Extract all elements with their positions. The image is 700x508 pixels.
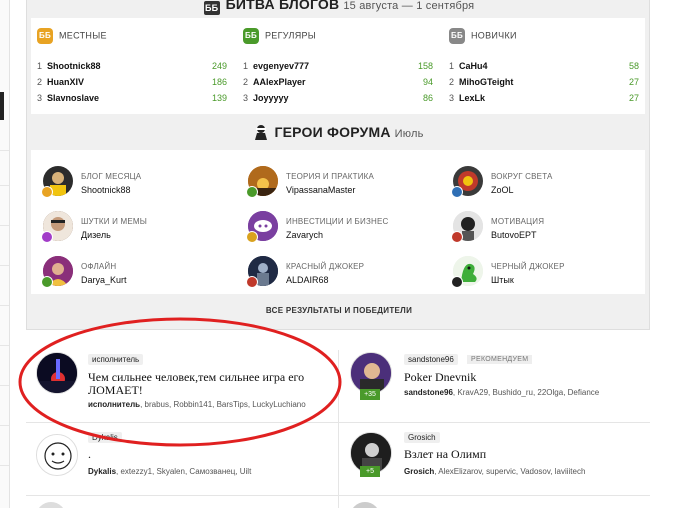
column-header[interactable]: ББ РЕГУЛЯРЫ	[243, 28, 316, 44]
avatar[interactable]	[36, 352, 78, 394]
divider	[0, 305, 9, 306]
rating-badge: +5	[360, 466, 380, 477]
divider	[0, 225, 9, 226]
divider	[0, 425, 9, 426]
category-badge-icon	[41, 186, 53, 198]
row-divider	[26, 422, 650, 423]
divider	[0, 385, 9, 386]
bb-badge-icon: ББ	[243, 28, 259, 44]
hero-username[interactable]: ZoOL	[491, 185, 514, 195]
post-title[interactable]: Взлет на Олимп	[404, 448, 634, 461]
blog-battle-title[interactable]: ББ БИТВА БЛОГОВ 15 августа — 1 сентября	[27, 0, 651, 16]
recommended-badge: РЕКОМЕНДУЕМ	[467, 355, 533, 364]
forum-heroes-title[interactable]: ГЕРОИ ФОРУМА Июль	[27, 124, 651, 144]
post-title[interactable]: .	[88, 448, 328, 461]
blog-column-local: ББ МЕСТНЫЕ 1 Shootnick88 249 2 HuanXIV 186 3S…	[31, 18, 231, 114]
hero-card[interactable]: ЧЕРНЫЙ ДЖОКЕР Штык	[447, 250, 647, 294]
post-card[interactable]: +35 sandstone96 РЕКОМЕНДУЕМ Poker Dnevni…	[340, 340, 640, 420]
post-authors: Dykalis, extezzy1, Skyalen, Самозванец, …	[88, 467, 252, 476]
hero-card[interactable]: ВОКРУГ СВЕТА ZoOL	[447, 160, 647, 204]
hero-card[interactable]: БЛОГ МЕСЯЦА Shootnick88	[37, 160, 237, 204]
leader-row[interactable]: 1 evgenyev777 158	[243, 61, 433, 75]
post-card[interactable]: исполнитель Чем сильнее человек,тем силь…	[26, 340, 326, 420]
avatar[interactable]	[36, 434, 78, 476]
leader-row[interactable]: 1 CaHu4 58	[449, 61, 639, 75]
leader-row[interactable]: 3 Joyyyyy 86	[243, 93, 433, 107]
hero-username[interactable]: Darya_Kurt	[81, 275, 127, 285]
avatar[interactable]	[350, 502, 380, 508]
masked-hero-icon	[254, 124, 268, 143]
avatar[interactable]	[36, 502, 66, 508]
column-header[interactable]: ББ МЕСТНЫЕ	[37, 28, 107, 44]
hero-card[interactable]: ИНВЕСТИЦИИ И БИЗНЕС Zavarych	[242, 205, 442, 249]
blog-column-newbies: ББ НОВИЧКИ 1 CaHu4 58 2 MihoGTeight 27 3 LexLk…	[443, 18, 643, 114]
hero-username[interactable]: Shootnick88	[81, 185, 131, 195]
rating-badge: +35	[360, 389, 380, 400]
row-divider	[26, 495, 650, 496]
blog-battle-dates: 15 августа — 1 сентября	[343, 0, 475, 12]
divider	[0, 185, 9, 186]
divider	[0, 465, 9, 466]
author-tag[interactable]: sandstone96	[404, 354, 458, 365]
hero-username[interactable]: Штык	[491, 275, 514, 285]
heroes-panel: БЛОГ МЕСЯЦА Shootnick88 ТЕОРИЯ И ПРАКТИК…	[31, 150, 645, 294]
post-authors: Grosich, AlexElizarov, supervic, Vadosov…	[404, 467, 586, 476]
post-authors: sandstone96, KravA29, Bushido_ru, 22Olga…	[404, 388, 600, 397]
post-title[interactable]: Poker Dnevnik	[404, 371, 634, 384]
hero-username[interactable]: VipassanaMaster	[286, 185, 355, 195]
blog-column-regulars: ББ РЕГУЛЯРЫ 1 evgenyev777 158 2 AAlexPlayer 9…	[237, 18, 437, 114]
leader-row[interactable]: 2 HuanXIV 186	[37, 77, 227, 91]
column-header[interactable]: ББ НОВИЧКИ	[449, 28, 517, 44]
category-badge-icon	[246, 186, 258, 198]
category-badge-icon	[451, 276, 463, 288]
active-marker	[0, 92, 4, 120]
left-sidebar-strip	[0, 0, 10, 508]
leader-row[interactable]: 2 MihoGTeight 27	[449, 77, 639, 91]
leader-row[interactable]: 2 AAlexPlayer 94	[243, 77, 433, 91]
bb-badge-icon: ББ	[449, 28, 465, 44]
blog-battle-logo-icon: ББ	[203, 1, 220, 15]
author-tag[interactable]: Grosich	[404, 432, 440, 443]
divider	[0, 265, 9, 266]
hero-card[interactable]: МОТИВАЦИЯ ButovoEPT	[447, 205, 647, 249]
divider	[0, 150, 9, 151]
leader-row[interactable]: 3 Slavnoslave 139	[37, 93, 227, 107]
widget-container: ББ БИТВА БЛОГОВ 15 августа — 1 сентября ББ…	[26, 0, 650, 330]
hero-username[interactable]: ButovoEPT	[491, 230, 537, 240]
category-badge-icon	[246, 231, 258, 243]
category-badge-icon	[451, 231, 463, 243]
leader-row[interactable]: 3 LexLk 27	[449, 93, 639, 107]
post-card[interactable]: +5 Grosich Взлет на Олимп Grosich, AlexE…	[340, 424, 640, 494]
hero-card[interactable]: КРАСНЫЙ ДЖОКЕР ALDAIR68	[242, 250, 442, 294]
bb-badge-icon: ББ	[37, 28, 53, 44]
hero-username[interactable]: ALDAIR68	[286, 275, 329, 285]
hero-card[interactable]: ТЕОРИЯ И ПРАКТИКА VipassanaMaster	[242, 160, 442, 204]
post-title[interactable]: Чем сильнее человек,тем сильнее игра его…	[88, 371, 328, 397]
category-badge-icon	[246, 276, 258, 288]
hero-username[interactable]: Zavarych	[286, 230, 323, 240]
avatar[interactable]	[350, 352, 392, 394]
blog-battle-panel: ББ МЕСТНЫЕ 1 Shootnick88 249 2 HuanXIV 186 3S…	[31, 18, 645, 114]
hero-card[interactable]: ШУТКИ И МЕМЫ Дизель	[37, 205, 237, 249]
leader-row[interactable]: 1 Shootnick88 249	[37, 61, 227, 75]
category-badge-icon	[451, 186, 463, 198]
post-authors: исполнитель, brabus, Robbin141, BarsTips…	[88, 400, 306, 409]
heroes-month: Июль	[394, 128, 424, 140]
category-badge-icon	[41, 231, 53, 243]
column-divider	[338, 350, 339, 508]
author-tag[interactable]: исполнитель	[88, 354, 144, 365]
hero-username[interactable]: Дизель	[81, 230, 111, 240]
all-results-link[interactable]: ВСЕ РЕЗУЛЬТАТЫ И ПОБЕДИТЕЛИ	[27, 306, 651, 315]
post-card[interactable]: Dykalis . Dykalis, extezzy1, Skyalen, Са…	[26, 424, 326, 494]
category-badge-icon	[41, 276, 53, 288]
author-tag[interactable]: Dykalis	[88, 432, 122, 443]
hero-card[interactable]: ОФЛАЙН Darya_Kurt	[37, 250, 237, 294]
divider	[0, 345, 9, 346]
